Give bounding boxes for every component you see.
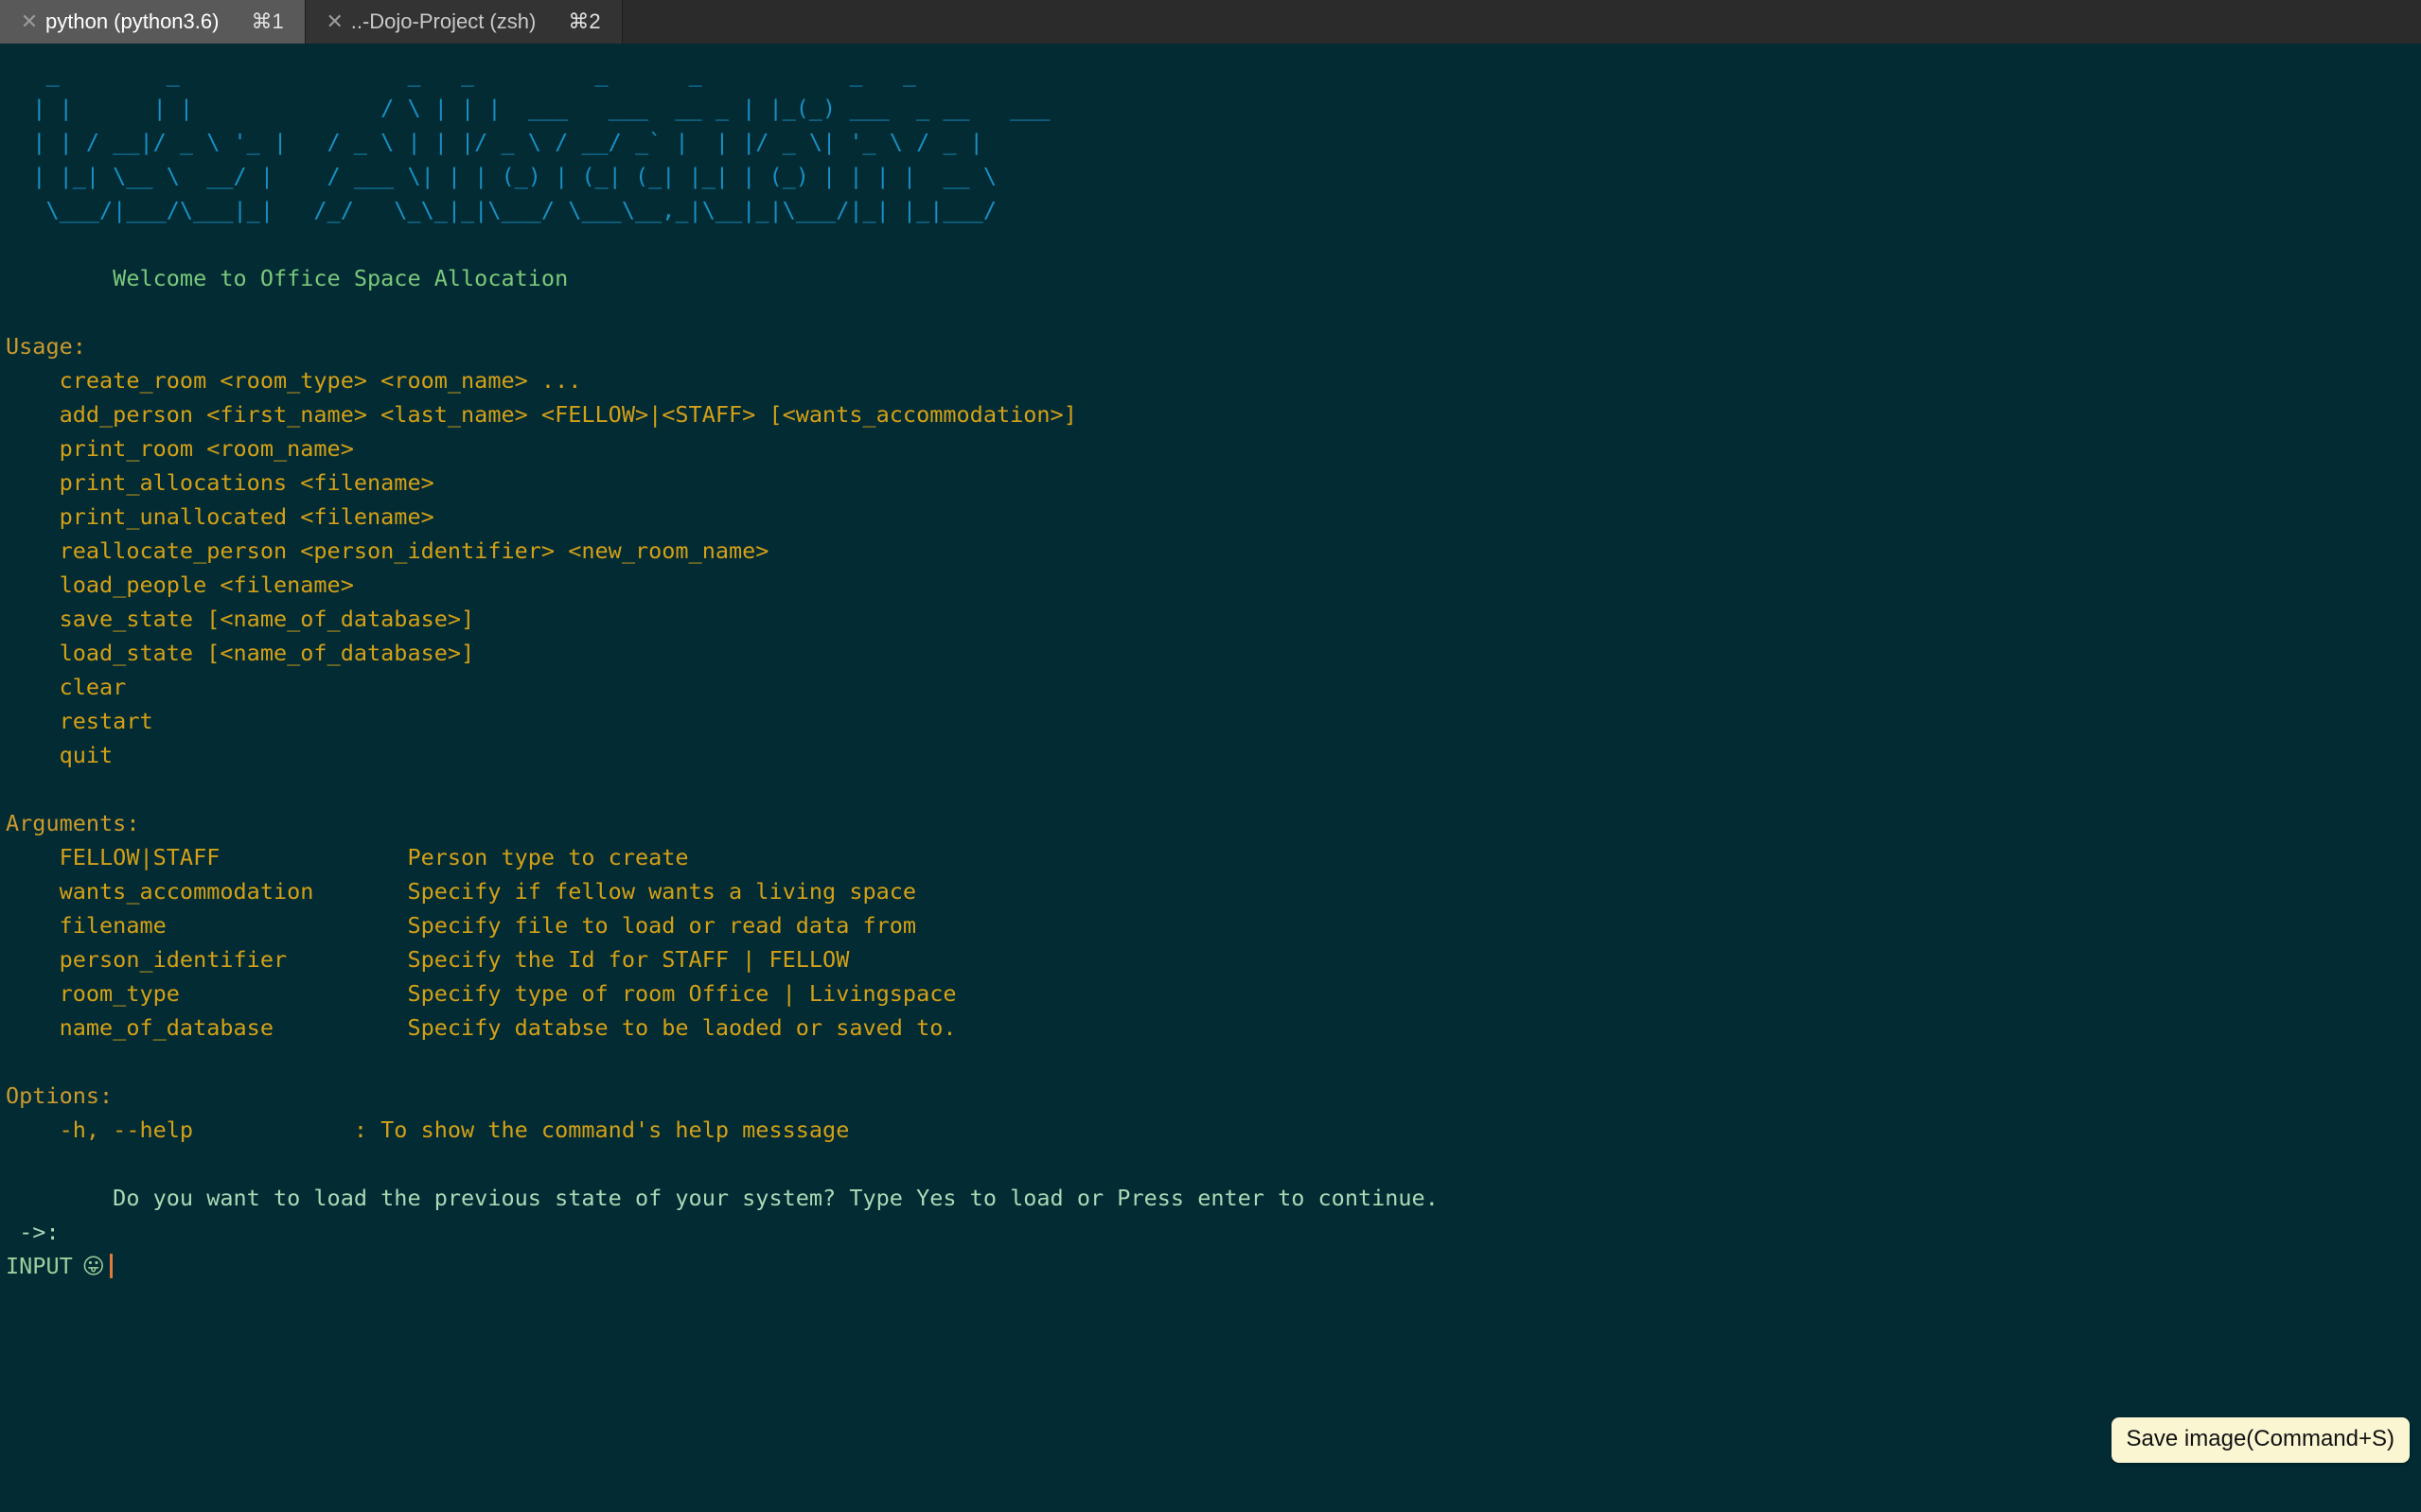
usage-heading: Usage: [6,333,86,360]
tab-title: python (python3.6) [45,9,220,33]
options-heading: Options: [6,1082,114,1109]
tab-shortcut: ⌘1 [251,9,284,33]
load-state-question: Do you want to load the previous state o… [6,1185,1439,1211]
usage-command-list: create_room <room_type> <room_name> ... … [59,367,1077,768]
tab-dojo-project[interactable]: ✕ ..-Dojo-Project (zsh) ⌘2 [305,0,623,44]
tab-bar: ✕ python (python3.6) ⌘1 ✕ ..-Dojo-Projec… [0,0,2421,44]
close-icon[interactable]: ✕ [13,11,45,32]
input-line[interactable]: INPUT 😛 [0,1249,2421,1284]
save-image-button[interactable]: Save image(Command+S) [2111,1417,2410,1463]
tongue-out-emoji-icon: 😛 [81,1255,105,1279]
tab-title: ..-Dojo-Project (zsh) [350,9,537,33]
arguments-heading: Arguments: [6,810,140,836]
tab-python[interactable]: ✕ python (python3.6) ⌘1 [0,0,306,44]
tab-shortcut: ⌘2 [568,9,601,33]
close-icon[interactable]: ✕ [319,11,351,32]
welcome-message: Welcome to Office Space Allocation [6,265,569,291]
text-cursor [109,1254,113,1278]
arguments-table: FELLOW|STAFF Person type to create wants… [59,844,957,1041]
options-table: -h, --help : To show the command's help … [6,1116,850,1143]
prompt-arrow: ->: [6,1219,60,1245]
ascii-banner: _ _ _ _ _ _ _ _ | | | | / \ | | | ___ __… [32,61,1051,223]
terminal-canvas[interactable]: _ _ _ _ _ _ _ _ | | | | / \ | | | ___ __… [0,44,2421,1512]
input-label: INPUT [6,1253,73,1279]
